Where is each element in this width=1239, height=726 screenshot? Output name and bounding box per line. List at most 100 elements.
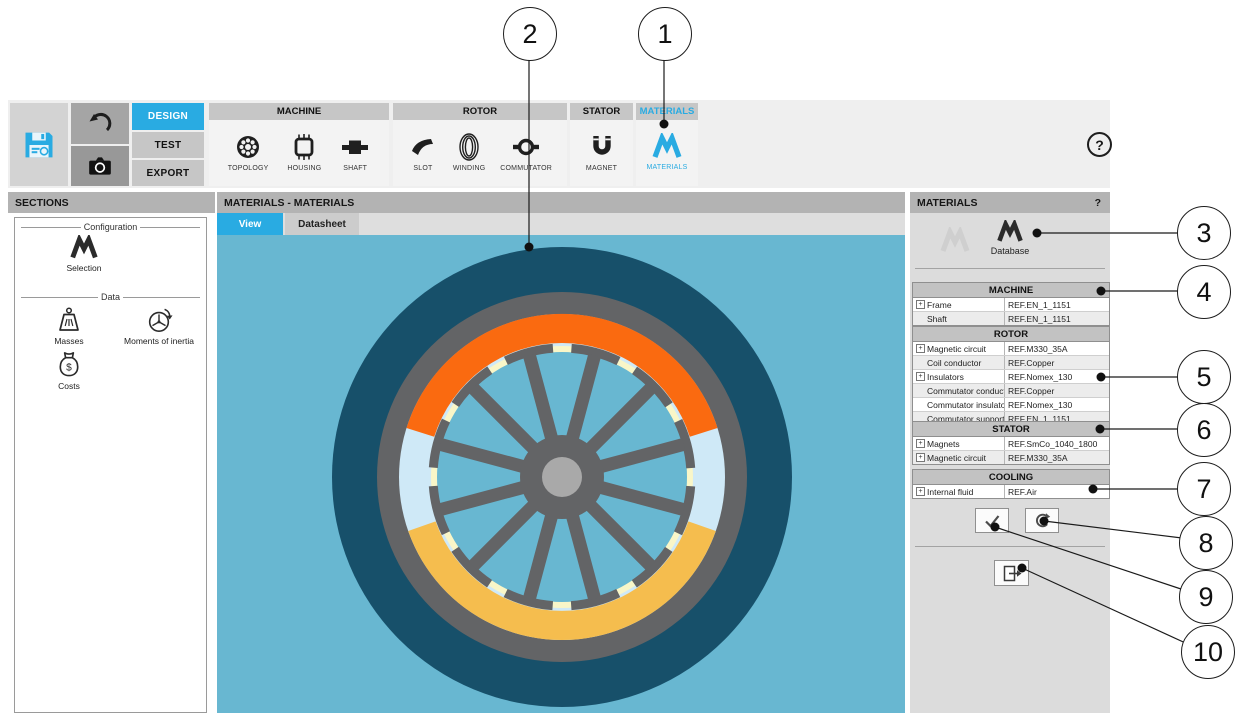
magnet-button[interactable]: MAGNET <box>586 132 617 172</box>
topology-icon <box>233 132 263 162</box>
data-legend: Data <box>21 292 200 302</box>
export-materials-button[interactable] <box>994 560 1029 586</box>
cooling-table: COOLING +Internal fluid REF.Air <box>912 469 1110 499</box>
materials-group-title: MATERIALS <box>636 103 698 120</box>
material-value[interactable]: REF.Nomex_130 <box>1005 370 1109 383</box>
table-row: +Insulators REF.Nomex_130 <box>913 370 1109 384</box>
panel-divider <box>915 268 1105 269</box>
restore-icon <box>1034 512 1051 529</box>
masses-label: Masses <box>54 336 83 346</box>
expand-icon[interactable]: + <box>916 372 925 381</box>
callout-10: 10 <box>1181 625 1235 679</box>
tab-view[interactable]: View <box>217 213 283 235</box>
material-value[interactable]: REF.EN_1_1151 <box>1005 298 1109 311</box>
commutator-icon <box>511 132 541 162</box>
expand-icon[interactable]: + <box>916 453 925 462</box>
restore-button[interactable] <box>1025 508 1059 533</box>
table-row: +Internal fluid REF.Air <box>913 485 1109 498</box>
material-value[interactable]: REF.Copper <box>1005 384 1109 397</box>
sections-header: SECTIONS <box>8 192 215 213</box>
table-row: +Magnets REF.SmCo_1040_1800 <box>913 437 1109 451</box>
table-row: +Magnetic circuit REF.M330_35A <box>913 342 1109 356</box>
sidebar-item-masses[interactable]: Masses <box>33 306 105 346</box>
callout-8: 8 <box>1179 516 1233 570</box>
materials-panel-header: MATERIALS ? <box>910 192 1110 213</box>
expand-icon[interactable]: + <box>916 344 925 353</box>
magnet-icon <box>587 132 617 162</box>
topology-button[interactable]: TOPOLOGY <box>228 132 269 172</box>
stator-table: STATOR +Magnets REF.SmCo_1040_1800 +Magn… <box>912 421 1110 465</box>
materials-panel-title: MATERIALS <box>917 197 977 209</box>
stator-table-title: STATOR <box>913 422 1109 437</box>
rotor-table-title: ROTOR <box>913 327 1109 342</box>
database-button[interactable]: Database <box>980 220 1040 256</box>
screenshot-button[interactable] <box>71 146 129 186</box>
sidebar-item-costs[interactable]: $ Costs <box>33 349 105 391</box>
motor-cross-section <box>217 235 905 713</box>
save-button[interactable] <box>10 103 68 186</box>
configuration-legend: Configuration <box>21 222 200 232</box>
material-value[interactable]: REF.Air <box>1005 485 1109 498</box>
commutator-label: COMMUTATOR <box>500 165 552 172</box>
tab-datasheet[interactable]: Datasheet <box>285 213 359 235</box>
material-value[interactable]: REF.Copper <box>1005 356 1109 369</box>
materials-button[interactable]: MATERIALS <box>647 133 688 171</box>
materials-icon <box>650 133 684 161</box>
stator-group-title: STATOR <box>570 103 633 120</box>
cooling-table-title: COOLING <box>913 470 1109 485</box>
rotor-table: ROTOR +Magnetic circuit REF.M330_35A Coi… <box>912 326 1110 426</box>
view-tab-bar: View Datasheet <box>217 213 905 235</box>
material-value[interactable]: REF.M330_35A <box>1005 451 1109 464</box>
view-title-text: MATERIALS - MATERIALS <box>224 197 354 209</box>
material-value[interactable]: REF.Nomex_130 <box>1005 398 1109 411</box>
shaft-button[interactable]: SHAFT <box>340 132 370 172</box>
moments-of-inertia-icon <box>143 306 175 334</box>
help-button[interactable]: ? <box>1087 132 1112 157</box>
winding-button[interactable]: WINDING <box>453 132 486 172</box>
housing-label: HOUSING <box>287 165 321 172</box>
rotor-group: ROTOR SLOT WINDING COMMUT <box>393 103 567 186</box>
material-value[interactable]: REF.M330_35A <box>1005 342 1109 355</box>
costs-label: Costs <box>58 381 80 391</box>
masses-icon <box>52 306 86 334</box>
machine-table-title: MACHINE <box>913 283 1109 298</box>
expand-icon[interactable]: + <box>916 487 925 496</box>
callout-7: 7 <box>1177 462 1231 516</box>
material-value[interactable]: REF.EN_1_1151 <box>1005 312 1109 325</box>
panel-help-icon[interactable]: ? <box>1095 197 1101 209</box>
database-label: Database <box>991 246 1030 256</box>
callout-3: 3 <box>1177 206 1231 260</box>
material-value[interactable]: REF.SmCo_1040_1800 <box>1005 437 1109 450</box>
housing-button[interactable]: HOUSING <box>287 132 321 172</box>
callout-5: 5 <box>1177 350 1231 404</box>
machine-group: MACHINE TOPOLOGY HOUSING <box>209 103 389 186</box>
test-tab[interactable]: TEST <box>132 132 204 158</box>
materials-view-canvas[interactable] <box>217 235 905 713</box>
apply-button[interactable] <box>975 508 1009 533</box>
machine-group-title: MACHINE <box>209 103 389 120</box>
table-row: Commutator insulator REF.Nomex_130 <box>913 398 1109 412</box>
table-row: Shaft REF.EN_1_1151 <box>913 312 1109 325</box>
costs-icon: $ <box>54 349 84 379</box>
panel-divider <box>915 546 1105 547</box>
sidebar-item-moments-of-inertia[interactable]: Moments of inertia <box>113 306 205 346</box>
callout-2: 2 <box>503 7 557 61</box>
export-icon <box>1001 564 1023 583</box>
callout-4: 4 <box>1177 265 1231 319</box>
selection-label: Selection <box>67 263 102 273</box>
commutator-button[interactable]: COMMUTATOR <box>500 132 552 172</box>
slot-button[interactable]: SLOT <box>408 132 438 172</box>
undo-button[interactable] <box>71 103 129 144</box>
table-row: +Magnetic circuit REF.M330_35A <box>913 451 1109 464</box>
expand-icon[interactable]: + <box>916 300 925 309</box>
check-icon <box>982 512 1002 530</box>
expand-icon[interactable]: + <box>916 439 925 448</box>
sections-title: SECTIONS <box>15 197 69 209</box>
shaft <box>542 457 582 497</box>
svg-text:$: $ <box>66 362 72 373</box>
export-tab[interactable]: EXPORT <box>132 160 204 186</box>
winding-label: WINDING <box>453 165 486 172</box>
sidebar-item-selection[interactable]: Selection <box>41 235 127 273</box>
design-tab[interactable]: DESIGN <box>132 103 204 130</box>
slot-icon <box>408 132 438 162</box>
